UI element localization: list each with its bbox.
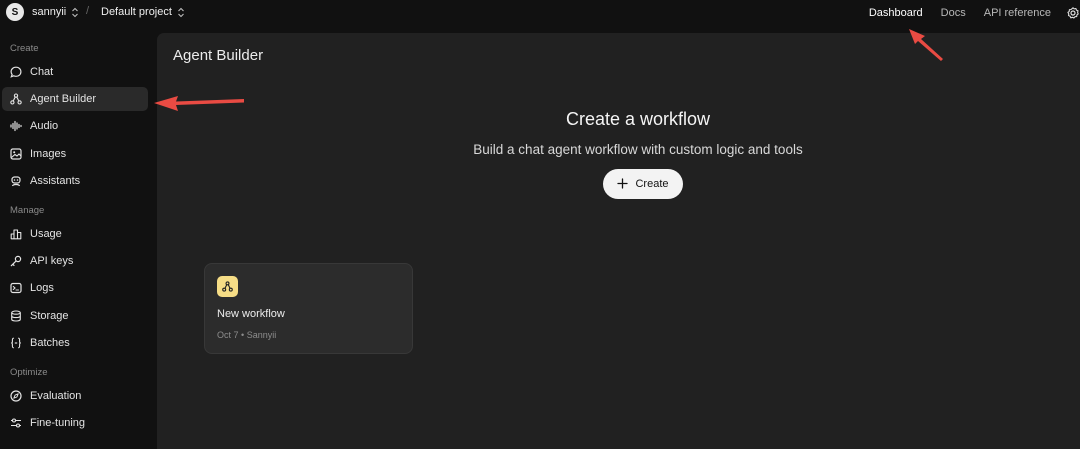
image-icon — [10, 148, 22, 160]
sidebar-item-label: Logs — [30, 282, 54, 294]
annotation-arrow-sidebar — [154, 96, 244, 111]
sidebar: Create Chat Agent Builder Audio Images A… — [0, 26, 157, 449]
workflow-author: Sannyii — [246, 330, 277, 340]
top-bar: S sannyii / Default project Dashboard Do… — [0, 0, 1080, 26]
section-label-optimize: Optimize — [10, 367, 48, 378]
sidebar-item-label: Chat — [30, 66, 54, 78]
workflow-icon — [217, 276, 238, 297]
chevron-updown-icon — [178, 7, 184, 17]
bar-chart-icon — [10, 228, 22, 240]
create-button-label: Create — [635, 178, 669, 190]
braces-icon — [10, 337, 22, 349]
workflow-date: Oct 7 — [217, 330, 239, 340]
sidebar-item-api-keys[interactable]: API keys — [2, 249, 148, 273]
sidebar-item-batches[interactable]: Batches — [2, 331, 148, 355]
main-panel: Agent Builder Create a workflow Build a … — [157, 33, 1080, 449]
nav-api-reference[interactable]: API reference — [984, 7, 1051, 19]
gear-icon[interactable] — [1067, 7, 1079, 19]
workflow-name: New workflow — [217, 308, 285, 320]
sidebar-item-chat[interactable]: Chat — [2, 60, 148, 84]
org-switcher[interactable]: S sannyii — [6, 3, 79, 21]
top-nav: Dashboard Docs API reference — [851, 0, 1080, 26]
sidebar-item-label: Audio — [30, 120, 59, 132]
chevron-updown-icon — [72, 7, 79, 17]
sidebar-item-label: Assistants — [30, 175, 81, 187]
sidebar-item-fine-tuning[interactable]: Fine-tuning — [2, 411, 148, 435]
sidebar-item-label: Usage — [30, 228, 62, 240]
nav-dashboard[interactable]: Dashboard — [869, 7, 923, 19]
sliders-icon — [10, 417, 22, 429]
terminal-icon — [10, 282, 22, 294]
sidebar-item-logs[interactable]: Logs — [2, 276, 148, 300]
hero-subtitle: Build a chat agent workflow with custom … — [473, 142, 803, 157]
nav-docs[interactable]: Docs — [941, 7, 966, 19]
sidebar-item-agent-builder[interactable]: Agent Builder — [2, 87, 148, 111]
sidebar-item-evaluation[interactable]: Evaluation — [2, 384, 148, 408]
section-label-create: Create — [10, 43, 39, 54]
sidebar-item-storage[interactable]: Storage — [2, 304, 148, 328]
sidebar-item-label: Images — [30, 148, 67, 160]
sidebar-item-images[interactable]: Images — [2, 142, 148, 166]
create-workflow-button[interactable]: Create — [603, 169, 683, 199]
sidebar-item-label: Storage — [30, 310, 69, 322]
sidebar-item-label: Fine-tuning — [30, 417, 86, 429]
section-label-manage: Manage — [10, 205, 45, 216]
hero-title: Create a workflow — [565, 109, 711, 129]
breadcrumb-separator: / — [86, 5, 90, 17]
compass-icon — [10, 390, 22, 402]
database-icon — [10, 310, 22, 322]
workflow-icon — [10, 93, 22, 105]
project-name: Default project — [101, 6, 172, 18]
project-switcher[interactable]: Default project — [101, 3, 185, 21]
workflow-card[interactable]: New workflow Oct 7 • Sannyii — [204, 263, 413, 354]
key-icon — [10, 255, 22, 267]
sidebar-item-audio[interactable]: Audio — [2, 114, 148, 138]
page-title: Agent Builder — [173, 47, 264, 64]
plus-icon — [617, 177, 629, 192]
workflow-meta: Oct 7 • Sannyii — [217, 330, 276, 340]
org-avatar: S — [6, 3, 24, 21]
chat-bubble-icon — [10, 66, 22, 78]
org-name: sannyii — [32, 6, 67, 18]
sidebar-item-label: API keys — [30, 255, 74, 267]
robot-icon — [10, 175, 22, 187]
sidebar-item-label: Agent Builder — [30, 93, 97, 105]
sidebar-item-label: Evaluation — [30, 390, 82, 402]
sidebar-item-usage[interactable]: Usage — [2, 222, 148, 246]
sidebar-item-label: Batches — [30, 337, 70, 349]
waveform-icon — [10, 120, 22, 132]
sidebar-item-assistants[interactable]: Assistants — [2, 169, 148, 193]
annotation-arrow-dashboard — [909, 29, 943, 61]
meta-separator: • — [241, 330, 245, 340]
